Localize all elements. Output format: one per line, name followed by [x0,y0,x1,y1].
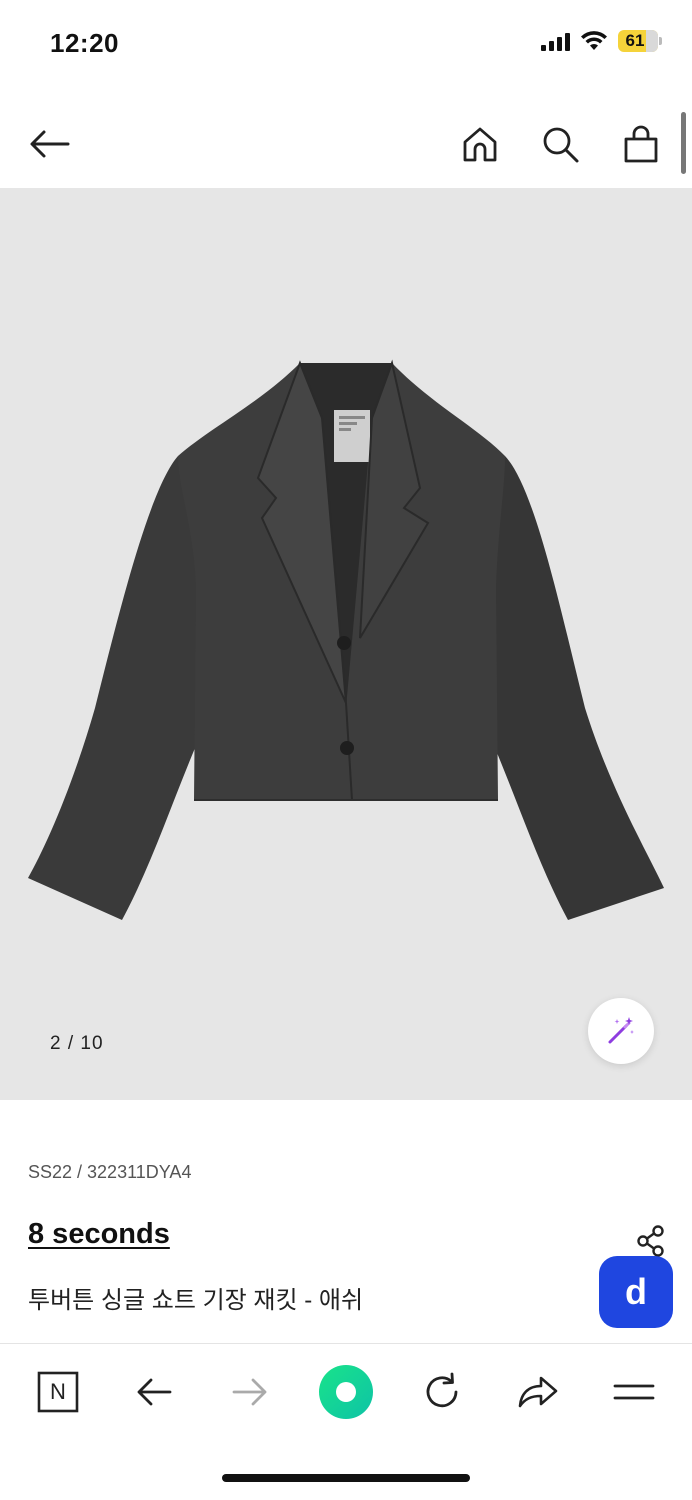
menu-button[interactable] [606,1364,662,1420]
magic-wand-icon [608,1017,634,1044]
menu-icon [613,1384,655,1400]
green-dot-icon [319,1365,373,1419]
home-indicator [222,1474,470,1482]
browser-forward-button[interactable] [222,1364,278,1420]
back-arrow-icon [30,130,70,158]
scrollbar[interactable] [681,112,686,174]
status-time: 12:20 [50,28,119,58]
back-button[interactable] [28,122,72,166]
status-indicators: 61 [541,30,662,52]
home-button[interactable] [458,122,502,166]
shopping-bag-icon [624,125,658,163]
image-page-counter: 2 / 10 [50,1033,104,1054]
naver-home-button[interactable]: N [30,1364,86,1420]
product-info: SS22 / 322311DYA4 8 seconds 투버튼 싱글 쇼트 기장… [0,1100,692,1340]
naver-n-label: N [50,1379,66,1404]
share-icon [637,1225,664,1257]
search-icon [543,127,579,163]
wifi-icon [581,31,607,50]
product-code: SS22 / 322311DYA4 [28,1162,192,1182]
brand-link[interactable]: 8 seconds [28,1218,170,1251]
share-button[interactable] [634,1224,668,1258]
status-bar: 12:20 61 [0,0,692,90]
search-button[interactable] [538,122,582,166]
browser-toolbar: N [0,1343,692,1439]
battery-icon: 61 [618,30,662,52]
product-name: 투버튼 싱글 쇼트 기장 재킷 - 애쉬 [28,1287,364,1314]
app-header [0,100,692,188]
refresh-icon [426,1372,458,1408]
back-arrow-icon [137,1378,172,1406]
browser-back-button[interactable] [126,1364,182,1420]
product-jacket-image [28,359,664,920]
home-icon [463,127,497,162]
ai-magic-button[interactable] [588,998,654,1064]
d-floating-button[interactable]: d [599,1256,673,1328]
cart-button[interactable] [619,122,663,166]
battery-level: 61 [625,31,645,50]
forward-arrow-icon [232,1378,267,1406]
cellular-signal-icon [541,31,570,51]
refresh-button[interactable] [414,1364,470,1420]
green-dot-button[interactable] [318,1364,374,1420]
share-arrow-icon [518,1376,558,1408]
share-page-button[interactable] [510,1364,566,1420]
product-image-gallery[interactable]: 2 / 10 [0,188,692,1100]
